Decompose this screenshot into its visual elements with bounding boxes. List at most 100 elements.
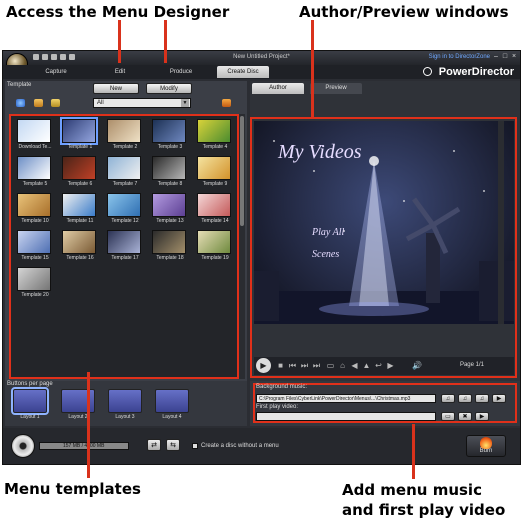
tab-create-disc[interactable]: Create Disc [217,66,269,78]
template-item[interactable]: Template 18 [150,230,190,262]
preview-scrollbar[interactable] [498,121,504,324]
callout-menu-designer: Access the Menu Designer [6,3,230,21]
modify-menu-button[interactable]: Modify [146,83,192,94]
template-thumbnail [17,119,51,143]
template-item[interactable]: Template 20 [15,267,55,299]
open-project-icon[interactable] [42,54,48,60]
maximize-icon[interactable]: □ [501,53,509,61]
template-item[interactable]: Template 3 [150,119,190,151]
template-item[interactable]: Template 6 [60,156,100,188]
first-play-settings-button[interactable]: ▭ [441,412,455,421]
template-item[interactable]: Template 5 [15,156,55,188]
redo-icon[interactable] [69,54,75,60]
save-project-icon[interactable] [51,54,57,60]
template-item[interactable]: Template 8 [150,156,190,188]
template-item[interactable]: Template 7 [105,156,145,188]
new-project-icon[interactable] [33,54,39,60]
right-icon[interactable]: ▶ [386,361,395,370]
scrollbar-thumb[interactable] [240,116,244,226]
template-item[interactable]: Template 19 [195,230,235,262]
first-play-video-label: First play video: [256,404,299,410]
menu-title-text[interactable]: My Videos [278,141,362,164]
last-icon[interactable]: ⏭ [312,361,321,370]
next-icon[interactable]: ⏭ [300,361,309,370]
disc-preferences-button[interactable]: ⇆ [166,439,180,451]
buttons-per-page-panel: Buttons per page Layout 1 Layout 2 Layou… [5,381,247,426]
template-thumbnail [152,230,186,254]
template-item[interactable]: Download Te... [15,119,55,151]
left-icon[interactable]: ◀ [350,361,359,370]
template-item[interactable]: Template 11 [60,193,100,225]
menu-preview-canvas[interactable]: My Videos Play All Scenes [254,121,514,324]
menu-scenes-button[interactable]: Scenes [312,249,339,260]
template-label: Template 13 [156,218,184,224]
layout-1-thumb [11,387,49,415]
stop-icon[interactable]: ■ [276,361,285,370]
disc-settings-button[interactable]: ⇄ [147,439,161,451]
template-item[interactable]: Template 9 [195,156,235,188]
home-icon[interactable]: ⌂ [338,361,347,370]
user-add-icon[interactable] [34,99,43,107]
template-thumbnail [62,156,96,180]
new-menu-button[interactable]: New [93,83,139,94]
layout-4[interactable]: Layout 4 [155,389,189,423]
music-trim-button[interactable]: ♫ [458,394,472,403]
template-label: Template 2 [112,144,138,150]
first-play-play-button[interactable]: ▶ [475,412,489,421]
previous-icon[interactable]: ⏮ [288,361,297,370]
template-item[interactable]: Template 4 [195,119,235,151]
template-label: Template 16 [66,255,94,261]
return-icon[interactable]: ↩ [374,361,383,370]
template-item[interactable]: Template 2 [105,119,145,151]
background-music-field[interactable]: C:\Program Files\CyberLink\PowerDirector… [256,394,436,403]
first-play-delete-button[interactable]: ✖ [458,412,472,421]
no-menu-checkbox[interactable] [192,443,198,449]
template-item[interactable]: Template 14 [195,193,235,225]
music-settings-button[interactable]: ♫ [441,394,455,403]
play-button[interactable]: ▶ [256,358,271,373]
burn-button[interactable]: Burn [466,435,506,457]
minimize-icon[interactable]: – [492,53,500,61]
template-item[interactable]: Template 16 [60,230,100,262]
tab-capture[interactable]: Capture [33,66,79,78]
template-thumbnail [197,119,231,143]
up-icon[interactable]: ▲ [362,361,371,370]
filter-value: All [97,100,104,106]
template-filter-select[interactable]: All ▼ [93,98,191,108]
template-item[interactable]: Template 12 [105,193,145,225]
first-play-video-field[interactable] [256,412,436,421]
template-label: Template 11 [66,218,94,224]
template-item[interactable]: Template 15 [15,230,55,262]
callout-menu-templates: Menu templates [4,480,141,498]
template-thumbnail [17,156,51,180]
layout-3[interactable]: Layout 3 [108,389,142,423]
template-thumbnail [107,156,141,180]
template-scrollbar[interactable] [239,114,245,379]
tab-preview[interactable]: Preview [310,83,362,94]
delete-template-icon[interactable] [222,99,231,107]
template-item[interactable]: Template 17 [105,230,145,262]
tab-author[interactable]: Author [252,83,304,94]
menu-play-all-button[interactable]: Play All [312,227,344,238]
folder-import-icon[interactable] [51,99,60,107]
volume-icon[interactable]: 🔊 [412,361,422,370]
template-item[interactable]: Template 10 [15,193,55,225]
tab-produce[interactable]: Produce [158,66,204,78]
close-icon[interactable]: × [510,53,518,61]
template-item[interactable]: Template 13 [150,193,190,225]
tab-edit[interactable]: Edit [97,66,143,78]
background-music-label: Background music: [256,384,308,390]
music-delete-button[interactable]: ♫ [475,394,489,403]
globe-icon[interactable] [16,99,25,107]
music-play-button[interactable]: ▶ [492,394,506,403]
template-label: Template 12 [111,218,139,224]
undo-icon[interactable] [60,54,66,60]
template-label: Template 6 [67,181,93,187]
signin-link[interactable]: Sign in to DirectorZone [429,54,490,60]
template-thumbnail [152,193,186,217]
layout-1[interactable]: Layout 1 [11,387,49,423]
template-item[interactable]: Template 1 [60,117,100,151]
callout-music-line1: Add menu music [342,481,482,499]
layout-3-thumb [108,389,142,413]
menu-icon[interactable]: ▭ [326,361,335,370]
